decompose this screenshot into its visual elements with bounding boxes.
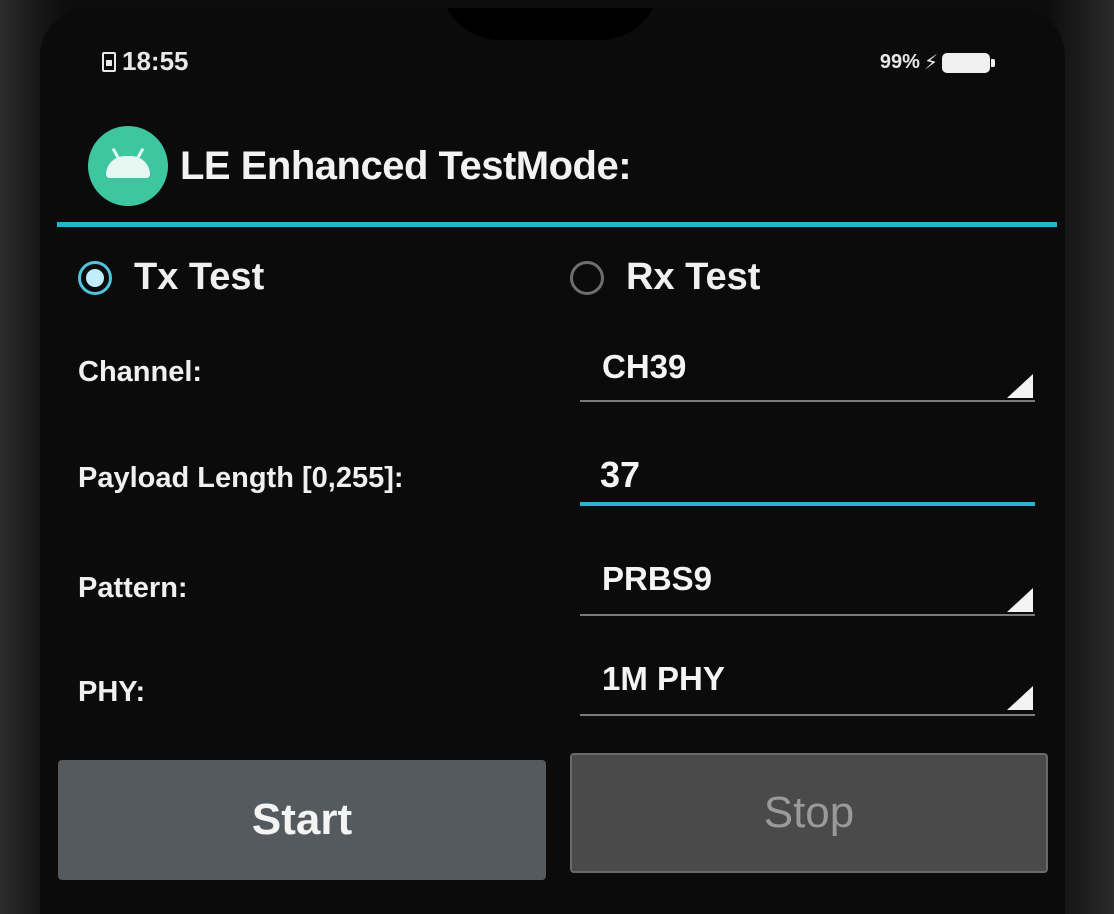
channel-label: Channel: bbox=[78, 356, 203, 388]
phy-spinner[interactable]: 1M PHY bbox=[580, 660, 1035, 720]
radio-tx-label: Tx Test bbox=[134, 256, 265, 298]
display-notch bbox=[440, 8, 660, 40]
charging-bolt-icon: ⚡ bbox=[923, 52, 938, 74]
radio-unchecked-icon[interactable] bbox=[570, 260, 604, 295]
payload-length-input[interactable]: 37 bbox=[580, 448, 1035, 508]
phy-value: 1M PHY bbox=[602, 660, 725, 697]
sim-icon bbox=[102, 51, 116, 72]
start-button[interactable]: Start bbox=[58, 760, 546, 880]
pattern-label: Pattern: bbox=[78, 572, 188, 604]
phone-frame: 18:55 99% ⚡ LE Enhanced TestMode: Tx Tes… bbox=[0, 0, 1114, 914]
pattern-value: PRBS9 bbox=[602, 560, 713, 597]
payload-length-label: Payload Length [0,255]: bbox=[78, 462, 404, 494]
radio-rx-test[interactable]: Rx Test bbox=[570, 256, 760, 299]
spinner-arrow-icon bbox=[1007, 374, 1033, 398]
radio-rx-label: Rx Test bbox=[626, 256, 761, 298]
spinner-arrow-icon bbox=[1007, 588, 1033, 612]
pattern-spinner[interactable]: PRBS9 bbox=[580, 560, 1035, 620]
battery-percent: 99% bbox=[879, 51, 920, 73]
spinner-arrow-icon bbox=[1007, 686, 1033, 710]
phone-screen: 18:55 99% ⚡ LE Enhanced TestMode: Tx Tes… bbox=[40, 8, 1065, 914]
phy-label: PHY: bbox=[78, 676, 146, 708]
page-title: LE Enhanced TestMode: bbox=[180, 143, 632, 188]
android-app-icon bbox=[88, 126, 168, 206]
action-bar: LE Enhanced TestMode: bbox=[88, 126, 632, 206]
payload-length-value: 37 bbox=[600, 454, 641, 495]
channel-spinner[interactable]: CH39 bbox=[580, 348, 1035, 408]
title-divider bbox=[57, 222, 1057, 227]
status-bar-right: 99% ⚡ bbox=[879, 50, 995, 75]
channel-value: CH39 bbox=[602, 348, 687, 385]
radio-checked-icon[interactable] bbox=[78, 260, 112, 295]
stop-button[interactable]: Stop bbox=[570, 753, 1048, 873]
status-bar-left: 18:55 bbox=[102, 46, 189, 77]
battery-icon bbox=[942, 52, 995, 73]
radio-tx-test[interactable]: Tx Test bbox=[78, 256, 264, 299]
status-time: 18:55 bbox=[122, 46, 189, 76]
